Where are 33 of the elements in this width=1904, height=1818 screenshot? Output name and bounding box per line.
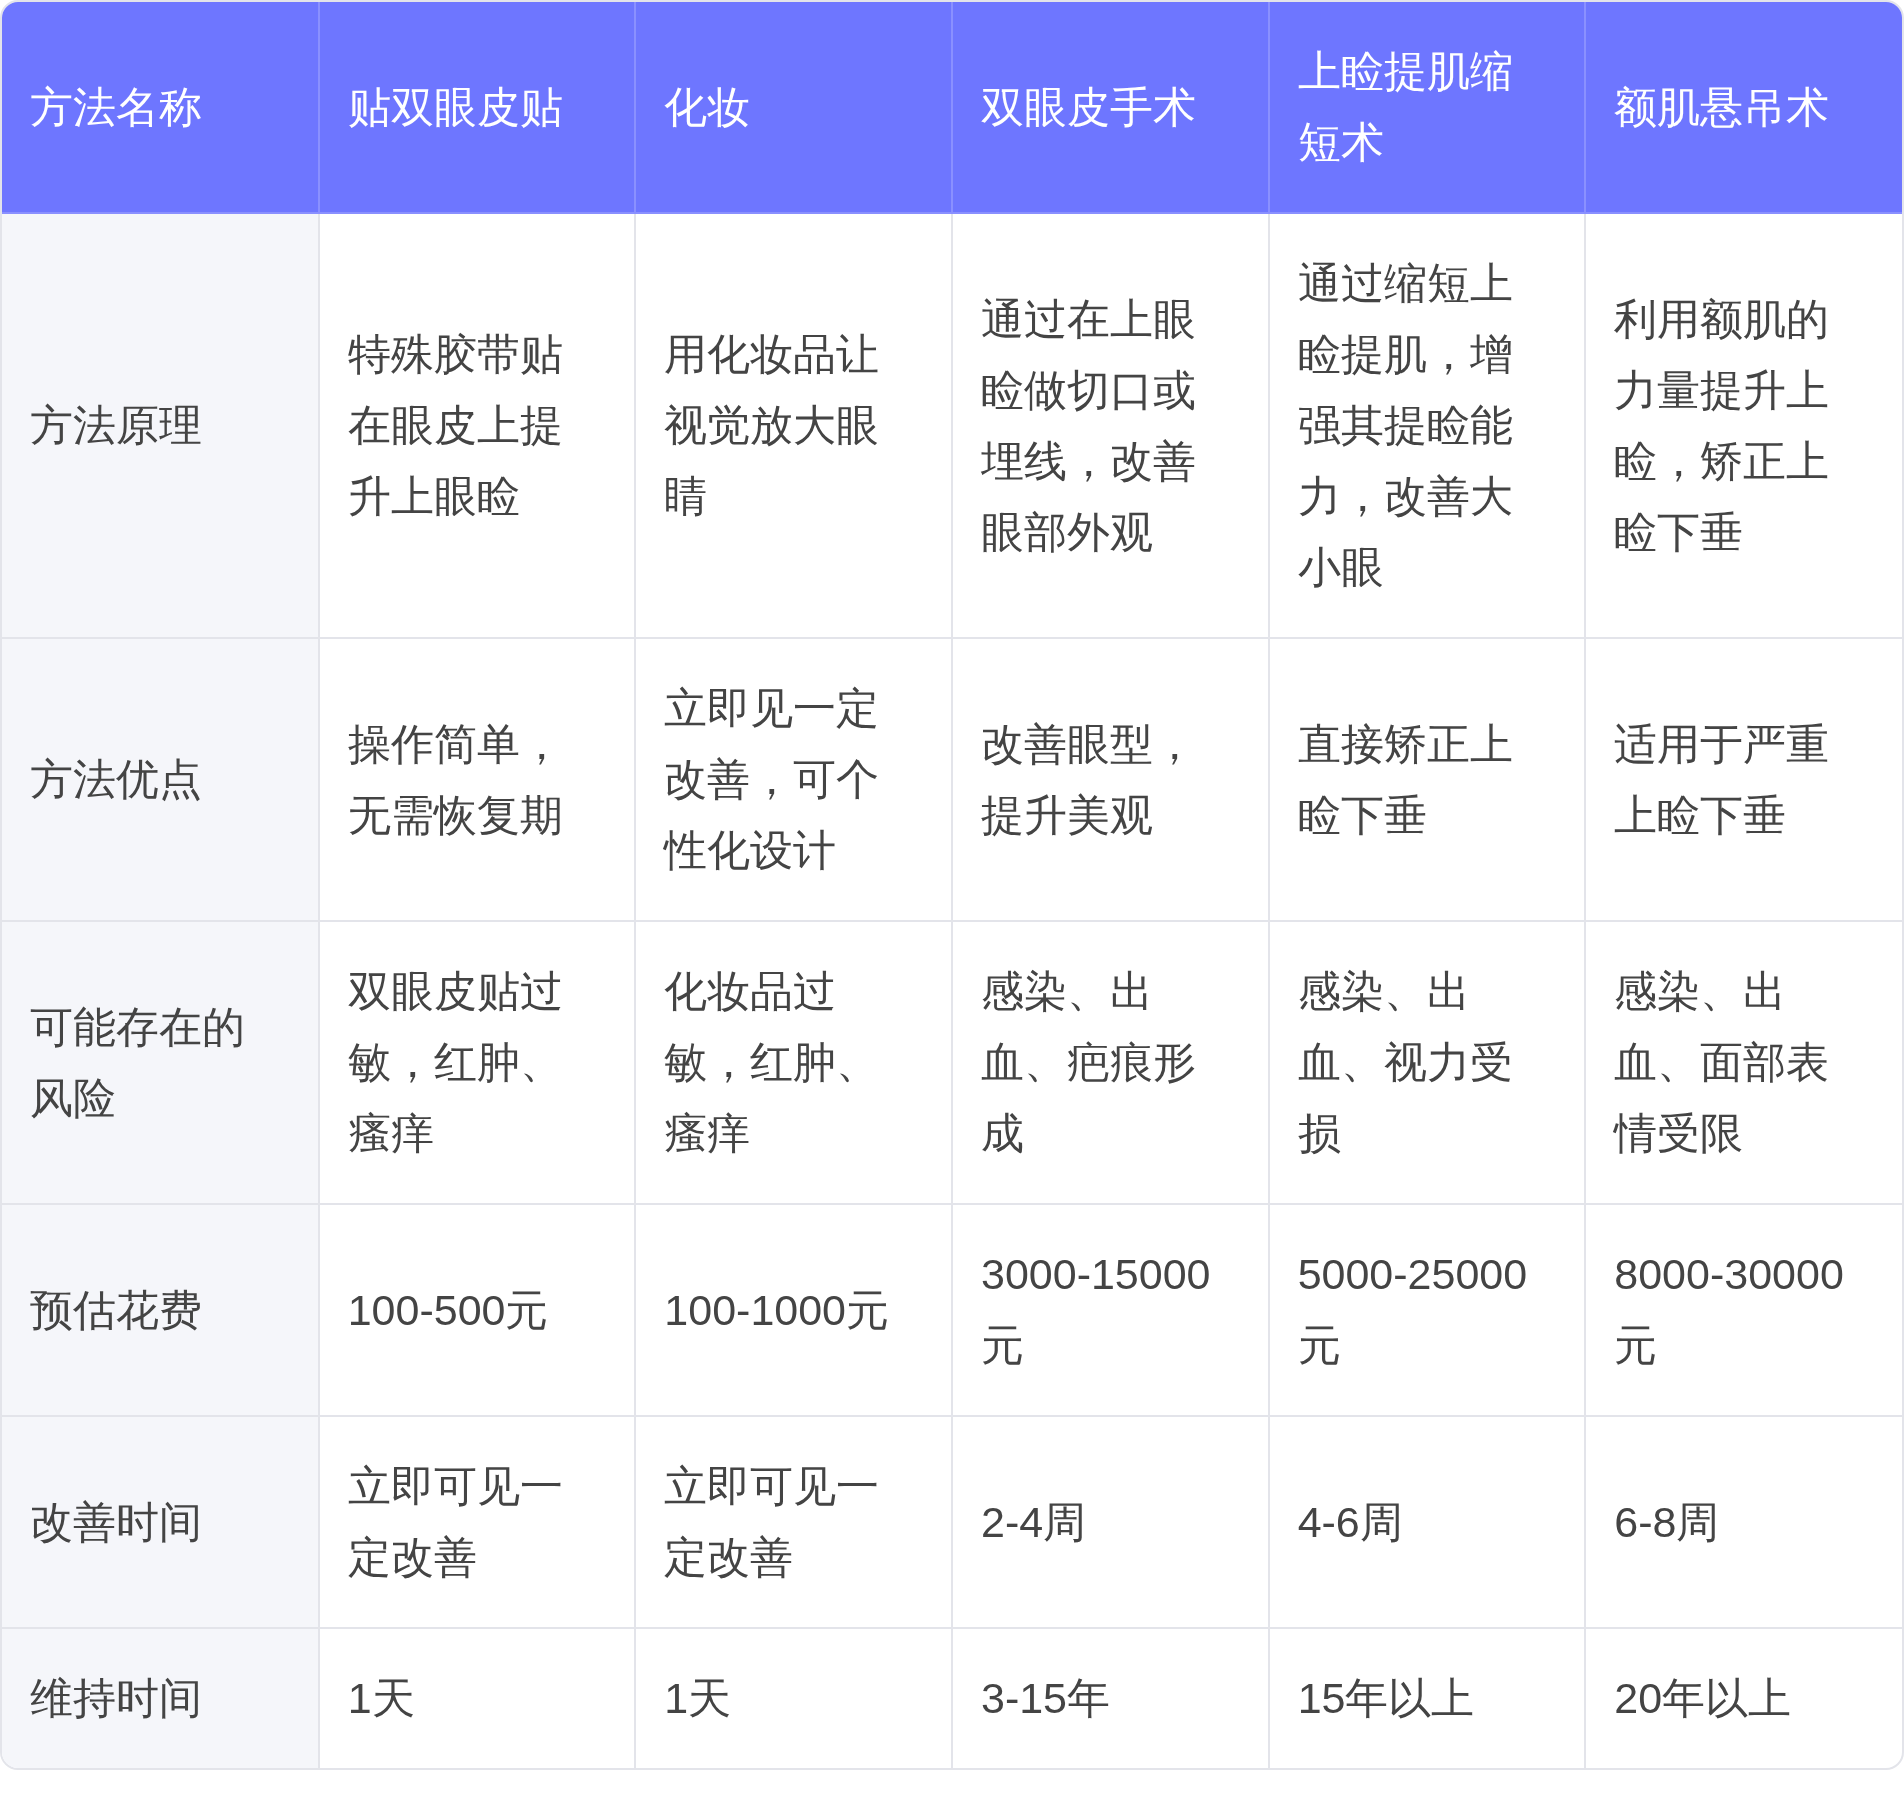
column-header: 双眼皮手术 [951,2,1269,213]
table-cell: 立即可见一定改善 [635,1416,952,1628]
row-header: 维持时间 [2,1628,319,1768]
column-header: 贴双眼皮贴 [318,2,636,213]
table-cell: 操作简单，无需恢复期 [318,638,636,921]
column-header: 化妆 [635,2,952,213]
column-header: 方法名称 [2,2,319,213]
table-cell: 感染、出血、疤痕形成 [951,921,1269,1204]
table-cell: 改善眼型，提升美观 [951,638,1269,921]
table-cell: 5000-25000元 [1268,1204,1586,1416]
row-header: 改善时间 [2,1416,319,1628]
table-cell: 立即见一定改善，可个性化设计 [635,638,952,921]
table-cell: 立即可见一定改善 [318,1416,636,1628]
table-cell: 通过缩短上睑提肌，增强其提睑能力，改善大小眼 [1268,213,1586,638]
table-cell: 4-6周 [1268,1416,1586,1628]
row-header: 预估花费 [2,1204,319,1416]
table-cell: 特殊胶带贴在眼皮上提升上眼睑 [318,213,636,638]
table-cell: 通过在上眼睑做切口或埋线，改善眼部外观 [951,213,1269,638]
row-header: 方法优点 [2,638,319,921]
table-cell: 直接矫正上睑下垂 [1268,638,1586,921]
column-header: 上睑提肌缩短术 [1268,2,1586,213]
table-cell: 化妆品过敏，红肿、瘙痒 [635,921,952,1204]
column-header: 额肌悬吊术 [1585,2,1902,213]
table-cell: 感染、出血、视力受损 [1268,921,1586,1204]
table-cell: 用化妆品让视觉放大眼睛 [635,213,952,638]
row-header: 可能存在的风险 [2,921,319,1204]
table-cell: 3000-15000元 [951,1204,1269,1416]
table-cell: 100-500元 [318,1204,636,1416]
table-cell: 2-4周 [951,1416,1269,1628]
table-cell: 20年以上 [1585,1628,1902,1768]
row-header: 方法原理 [2,213,319,638]
table-cell: 100-1000元 [635,1204,952,1416]
table-cell: 双眼皮贴过敏，红肿、瘙痒 [318,921,636,1204]
